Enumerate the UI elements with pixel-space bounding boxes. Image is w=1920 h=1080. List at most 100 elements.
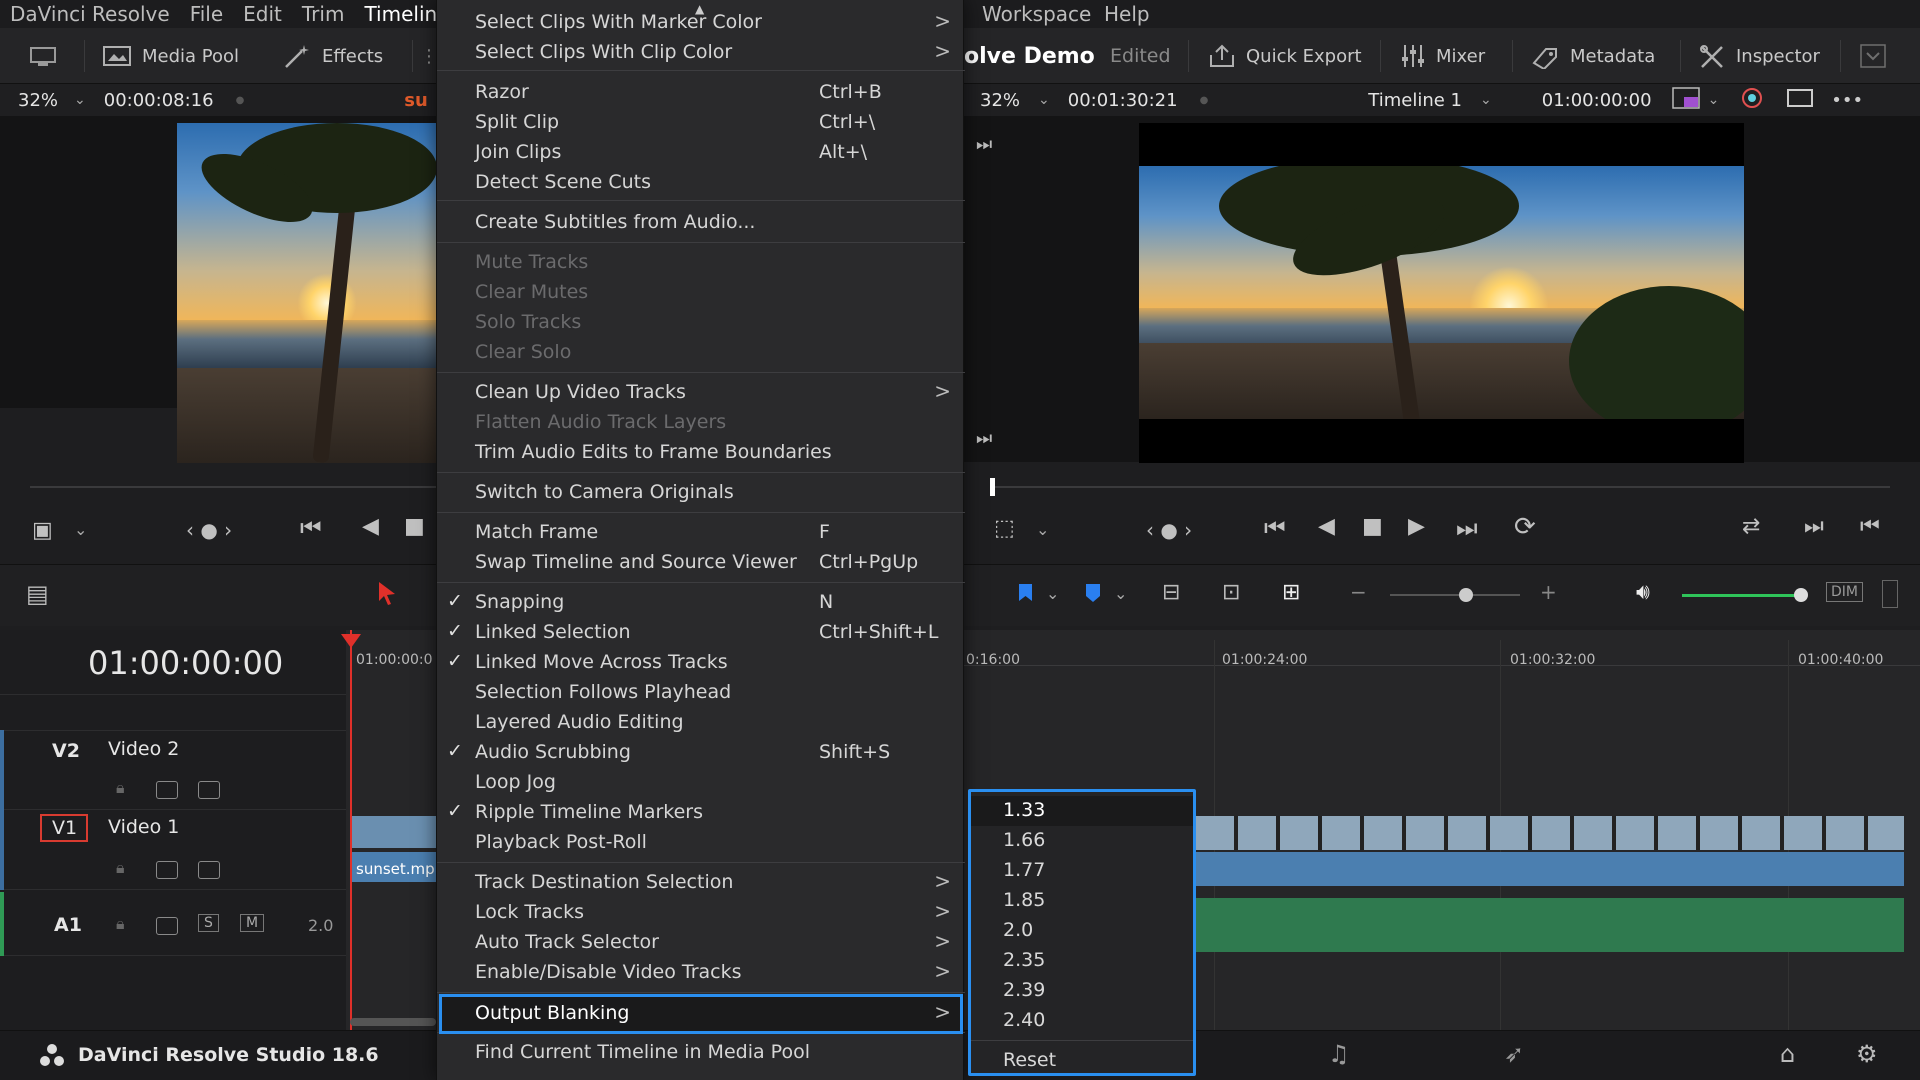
go-to-end-icon[interactable]: ⏭ <box>1456 514 1478 542</box>
blanking-reset[interactable]: Reset <box>971 1046 1193 1076</box>
menu-item-audio-scrubbing[interactable]: ✓ Audio Scrubbing Shift+S <box>437 738 965 768</box>
blanking-option-2-39[interactable]: 2.39 <box>971 976 1193 1006</box>
chevron-down-icon[interactable]: ⌄ <box>1046 584 1059 603</box>
next-edit-icon[interactable]: ⏭ <box>976 134 992 155</box>
zoom-custom-icon[interactable]: ⊞ <box>1282 580 1300 605</box>
source-zoom[interactable]: 32% <box>18 90 58 111</box>
audio-meter-toggle[interactable] <box>1882 580 1898 608</box>
menu-item-select-clips-with-marker-color[interactable]: Select Clips With Marker Color > <box>437 8 965 38</box>
menu-edit[interactable]: Edit <box>233 0 292 28</box>
clip-filmstrip-v1[interactable] <box>1196 816 1904 850</box>
timeline-zoom[interactable]: 32% <box>980 90 1020 111</box>
clip-a1[interactable] <box>1196 898 1904 952</box>
clip-thumbnail-v1[interactable] <box>352 816 436 848</box>
zoom-out-icon[interactable]: − <box>1350 580 1367 604</box>
deliver-page-icon[interactable]: ➶ <box>1504 1040 1524 1068</box>
collapse-toolbar-icon[interactable] <box>1860 28 1886 84</box>
fairlight-page-icon[interactable]: ♫ <box>1328 1040 1350 1068</box>
home-icon[interactable]: ⌂ <box>1780 1040 1795 1068</box>
menu-item-match-frame[interactable]: Match Frame F <box>437 518 965 548</box>
zoom-in-icon[interactable]: + <box>1540 580 1557 604</box>
mark-in-icon[interactable]: ⏮ <box>1860 514 1880 539</box>
viewer-options-icon[interactable]: ▣ <box>32 518 53 543</box>
menu-file[interactable]: File <box>180 0 233 28</box>
track-enable-icon[interactable] <box>198 781 220 799</box>
track-name-v1[interactable]: Video 1 <box>108 816 179 838</box>
jog-control-icon[interactable]: ‹ ● › <box>186 518 232 542</box>
menu-item-switch-to-camera-originals[interactable]: Switch to Camera Originals <box>437 478 965 508</box>
go-to-start-icon[interactable]: ⏮ <box>1264 514 1286 542</box>
chevron-down-icon[interactable]: ⌄ <box>1038 92 1050 108</box>
menu-item-create-subtitles-from-audio[interactable]: Create Subtitles from Audio... <box>437 208 965 238</box>
viewer-options-icon[interactable]: ⬚ <box>994 516 1015 541</box>
metadata-button[interactable]: Metadata <box>1530 28 1655 84</box>
jog-control-icon[interactable]: ‹ ● › <box>1146 518 1192 542</box>
match-frame-icon[interactable]: ⇄ <box>1742 514 1760 539</box>
color-wheel-icon[interactable] <box>1739 85 1765 116</box>
loop-icon[interactable]: ⟳ <box>1514 512 1536 542</box>
menu-item-selection-follows-playhead[interactable]: Selection Follows Playhead <box>437 678 965 708</box>
scrub-handle[interactable] <box>990 478 995 496</box>
solo-button[interactable]: S <box>198 914 219 932</box>
go-to-start-icon[interactable]: ⏮ <box>300 514 322 542</box>
mute-button[interactable]: M <box>240 914 265 932</box>
chevron-down-icon[interactable]: ⌄ <box>1036 520 1049 539</box>
menu-item-swap-timeline-and-source-viewer[interactable]: Swap Timeline and Source Viewer Ctrl+PgUp <box>437 548 965 578</box>
settings-gear-icon[interactable]: ⚙ <box>1856 1040 1878 1068</box>
blanking-option-1-33[interactable]: 1.33 <box>971 796 1193 826</box>
marker-icon[interactable] <box>1084 582 1102 604</box>
lock-icon[interactable]: 🔒︎ <box>116 914 125 934</box>
selection-tool-icon[interactable] <box>376 580 398 606</box>
fx-view-icon[interactable] <box>1671 86 1700 114</box>
next-edit-icon[interactable]: ⏭ <box>976 428 992 449</box>
menu-item-clean-up-video-tracks[interactable]: Clean Up Video Tracks > <box>437 378 965 408</box>
dim-button[interactable]: DIM <box>1826 582 1863 602</box>
menu-workspace[interactable]: Workspace <box>982 0 1091 28</box>
menu-item-output-blanking[interactable]: Output Blanking > <box>439 994 963 1034</box>
stop-icon[interactable]: ■ <box>1362 514 1383 539</box>
timeline-name[interactable]: Timeline 1 <box>1368 90 1462 111</box>
playhead-handle-icon[interactable] <box>339 632 363 652</box>
clip-v1-body[interactable] <box>1196 852 1904 886</box>
menu-item-track-destination-selection[interactable]: Track Destination Selection > <box>437 868 965 898</box>
zoom-slider-handle[interactable] <box>1459 588 1473 602</box>
horizontal-scrollbar[interactable] <box>350 1018 436 1026</box>
more-options-icon[interactable]: ••• <box>1831 90 1863 111</box>
source-scrub-bar[interactable] <box>30 486 436 488</box>
zoom-slider[interactable] <box>1390 594 1520 596</box>
volume-icon[interactable]: 🔊︎ <box>1636 580 1650 605</box>
zoom-full-icon[interactable]: ⊟ <box>1162 580 1180 605</box>
menu-item-trim-audio-edits-to-frame-boundaries[interactable]: Trim Audio Edits to Frame Boundaries <box>437 438 965 468</box>
menu-item-snapping[interactable]: ✓ Snapping N <box>437 588 965 618</box>
menu-item-linked-move-across-tracks[interactable]: ✓ Linked Move Across Tracks <box>437 648 965 678</box>
blanking-option-1-77[interactable]: 1.77 <box>971 856 1193 886</box>
zoom-detail-icon[interactable]: ⊡ <box>1222 580 1240 605</box>
play-icon[interactable]: ▶ <box>1408 514 1425 539</box>
mark-out-icon[interactable]: ⏭ <box>1804 514 1824 539</box>
menu-item-lock-tracks[interactable]: Lock Tracks > <box>437 898 965 928</box>
menu-item-enable-disable-video-tracks[interactable]: Enable/Disable Video Tracks > <box>437 958 965 988</box>
mixer-button[interactable]: Mixer <box>1400 28 1485 84</box>
lock-icon[interactable]: 🔒︎ <box>116 858 125 878</box>
timeline-ruler[interactable] <box>964 630 1920 666</box>
stop-icon[interactable]: ■ <box>404 514 425 539</box>
menu-help[interactable]: Help <box>1104 0 1150 28</box>
menu-item-detect-scene-cuts[interactable]: Detect Scene Cuts <box>437 168 965 198</box>
blanking-option-2-0[interactable]: 2.0 <box>971 916 1193 946</box>
auto-select-icon[interactable] <box>156 861 178 879</box>
auto-select-icon[interactable] <box>156 917 178 935</box>
track-name-v2[interactable]: Video 2 <box>108 738 179 760</box>
menu-trim[interactable]: Trim <box>292 0 355 28</box>
menu-item-select-clips-with-clip-color[interactable]: Select Clips With Clip Color > <box>437 38 965 68</box>
menu-item-loop-jog[interactable]: Loop Jog <box>437 768 965 798</box>
menu-item-split-clip[interactable]: Split Clip Ctrl+\ <box>437 108 965 138</box>
panel-toggle-icon[interactable] <box>30 28 56 84</box>
lock-icon[interactable]: 🔒︎ <box>116 778 125 798</box>
menu-item-layered-audio-editing[interactable]: Layered Audio Editing <box>437 708 965 738</box>
menu-item-ripple-timeline-markers[interactable]: ✓ Ripple Timeline Markers <box>437 798 965 828</box>
menu-item-auto-track-selector[interactable]: Auto Track Selector > <box>437 928 965 958</box>
media-pool-button[interactable]: Media Pool <box>102 28 239 84</box>
menu-app[interactable]: DaVinci Resolve <box>0 0 180 28</box>
chevron-down-icon[interactable]: ⌄ <box>1480 92 1492 108</box>
timeline-view-options-icon[interactable]: ▤ <box>26 580 49 608</box>
